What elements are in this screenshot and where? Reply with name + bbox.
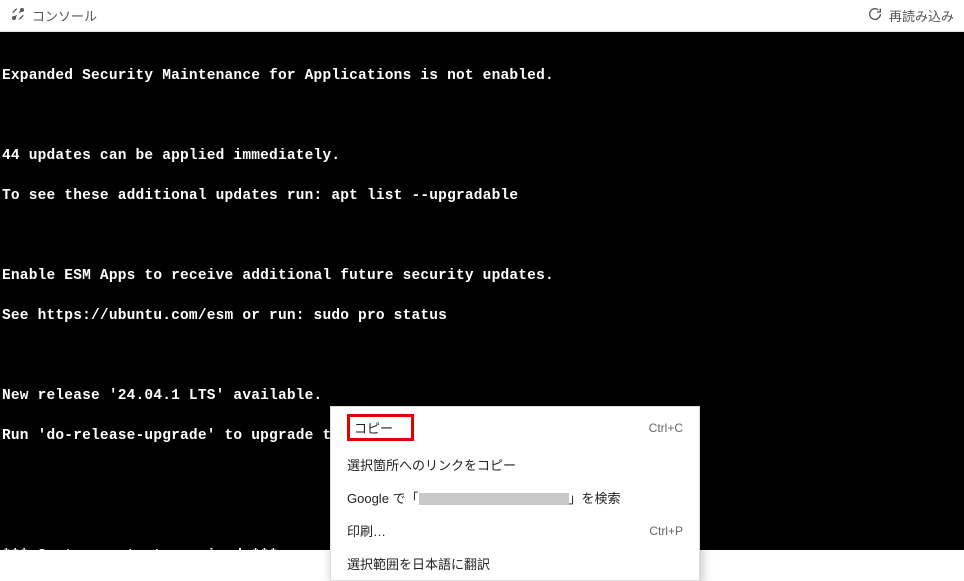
menu-translate-label: 選択範囲を日本語に翻訳	[347, 554, 490, 573]
term-line	[0, 106, 964, 126]
menu-item-google-search[interactable]: Google で「」を検索	[331, 481, 699, 514]
context-menu: コピー Ctrl+C 選択箇所へのリンクをコピー Google で「」を検索 印…	[330, 406, 700, 581]
menu-search-label: Google で「」を検索	[347, 488, 621, 507]
term-line	[0, 346, 964, 366]
topbar-left: コンソール	[10, 6, 97, 25]
term-line: To see these additional updates run: apt…	[0, 186, 964, 206]
menu-item-copy[interactable]: コピー Ctrl+C	[331, 407, 699, 448]
menu-item-translate[interactable]: 選択範囲を日本語に翻訳	[331, 547, 699, 580]
menu-copy-shortcut: Ctrl+C	[649, 421, 683, 435]
menu-copy-label: コピー	[347, 414, 414, 441]
reload-icon	[867, 6, 883, 25]
redacted-search-term	[419, 493, 569, 505]
menu-print-shortcut: Ctrl+P	[649, 524, 683, 538]
console-topbar: コンソール 再読み込み	[0, 0, 964, 32]
term-line: Expanded Security Maintenance for Applic…	[0, 66, 964, 86]
term-line	[0, 226, 964, 246]
menu-item-print[interactable]: 印刷… Ctrl+P	[331, 514, 699, 547]
reload-label: 再読み込み	[889, 6, 954, 25]
menu-copylink-label: 選択箇所へのリンクをコピー	[347, 455, 516, 474]
term-line: New release '24.04.1 LTS' available.	[0, 386, 964, 406]
reload-button[interactable]: 再読み込み	[867, 6, 954, 25]
term-line: 44 updates can be applied immediately.	[0, 146, 964, 166]
tools-icon	[10, 6, 26, 25]
menu-print-label: 印刷…	[347, 521, 386, 540]
topbar-title: コンソール	[32, 6, 97, 25]
term-line: See https://ubuntu.com/esm or run: sudo …	[0, 306, 964, 326]
term-line: Enable ESM Apps to receive additional fu…	[0, 266, 964, 286]
menu-item-copy-link[interactable]: 選択箇所へのリンクをコピー	[331, 448, 699, 481]
